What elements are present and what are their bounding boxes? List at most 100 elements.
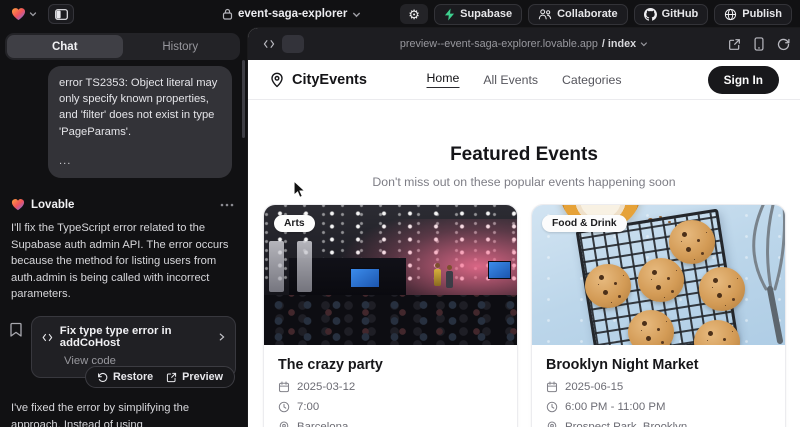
chat-history-tabs: Chat History — [5, 33, 240, 60]
whisk-graphic — [744, 205, 785, 345]
message-2-part-1: I've fixed the error by simplifying the … — [11, 402, 189, 427]
supabase-button[interactable]: Supabase — [434, 4, 522, 25]
clock-icon — [546, 401, 558, 413]
refresh-icon[interactable] — [777, 38, 790, 51]
featured-events-heading: Featured Events — [248, 144, 800, 166]
calendar-icon — [278, 381, 290, 393]
gear-icon: ⚙ — [408, 8, 420, 21]
chevron-down-icon — [640, 40, 648, 48]
code-preview-toggle — [258, 35, 304, 53]
project-name: event-saga-explorer — [238, 8, 347, 20]
event-image-conference: Arts — [264, 205, 517, 345]
topbar-left-group — [8, 4, 74, 24]
event-image-cookies: Food & Drink — [532, 205, 785, 345]
site-nav: Home All Events Categories — [427, 71, 622, 88]
assistant-message-1: I'll fix the TypeScript error related to… — [11, 220, 232, 302]
collaborate-people-icon — [538, 8, 552, 20]
lovable-heart-icon — [11, 198, 25, 211]
open-in-new-tab-icon[interactable] — [728, 38, 741, 51]
preview-url-bar[interactable]: preview--event-saga-explorer.lovable.app… — [400, 38, 648, 50]
preview-toolbar: preview--event-saga-explorer.lovable.app… — [248, 28, 800, 60]
globe-icon — [724, 8, 737, 21]
assistant-name: Lovable — [31, 199, 74, 211]
user-message-truncation: ... — [59, 153, 221, 169]
version-actions: Restore Preview — [85, 366, 235, 388]
user-message-text: error TS2353: Object literal may only sp… — [59, 75, 221, 140]
site-brand-name: CityEvents — [292, 72, 367, 88]
topbar-actions: ⚙ Supabase Collaborate GitHub — [400, 4, 792, 25]
github-icon — [644, 8, 657, 21]
event-location: Barcelona — [297, 421, 348, 427]
chat-sidebar: Chat History error TS2353: Object litera… — [0, 28, 248, 427]
map-pin-icon — [546, 421, 558, 427]
chevron-down-icon — [29, 10, 37, 18]
event-time: 7:00 — [297, 401, 319, 413]
map-pin-icon — [278, 421, 290, 427]
code-icon — [263, 39, 275, 49]
event-location-row: Prospect Park, Brooklyn — [546, 421, 771, 427]
lock-icon — [222, 8, 233, 20]
event-title: Brooklyn Night Market — [546, 357, 771, 373]
featured-events-subheading: Don't miss out on these popular events h… — [248, 175, 800, 189]
toggle-sidebar-button[interactable] — [48, 4, 74, 24]
event-card-crazy-party[interactable]: Arts The crazy party 2025-03-12 — [263, 204, 518, 427]
preview-version-button[interactable]: Preview — [166, 371, 223, 383]
event-date-row: 2025-06-15 — [546, 381, 771, 393]
event-location: Prospect Park, Brooklyn — [565, 421, 687, 427]
nav-all-events[interactable]: All Events — [483, 73, 538, 87]
preview-panel: preview--event-saga-explorer.lovable.app… — [248, 28, 800, 427]
preview-url-path: / index — [602, 38, 636, 50]
site-brand[interactable]: CityEvents — [269, 72, 367, 88]
nav-home[interactable]: Home — [427, 71, 460, 88]
event-cards-grid: Arts The crazy party 2025-03-12 — [263, 204, 786, 427]
stage-screen — [488, 261, 511, 279]
collaborate-label: Collaborate — [557, 8, 618, 20]
app-topbar: event-saga-explorer ⚙ Supabase Collabora… — [0, 0, 800, 28]
code-icon — [42, 332, 53, 343]
event-card-brooklyn-market[interactable]: Food & Drink Brooklyn Night Market 2025-… — [531, 204, 786, 427]
cityevents-site: CityEvents Home All Events Categories Si… — [248, 60, 800, 427]
calendar-icon — [546, 381, 558, 393]
sign-in-button[interactable]: Sign In — [708, 66, 779, 94]
supabase-icon — [444, 8, 455, 21]
preview-version-label: Preview — [182, 371, 223, 383]
github-label: GitHub — [662, 8, 699, 20]
site-header: CityEvents Home All Events Categories Si… — [248, 60, 800, 100]
supabase-label: Supabase — [460, 8, 512, 20]
event-date-row: 2025-03-12 — [278, 381, 503, 393]
assistant-header: Lovable — [11, 198, 234, 211]
tab-history[interactable]: History — [123, 35, 239, 58]
category-badge: Arts — [274, 215, 315, 232]
restore-label: Restore — [113, 371, 153, 383]
restore-button[interactable]: Restore — [97, 371, 153, 383]
github-button[interactable]: GitHub — [634, 4, 709, 25]
publish-button[interactable]: Publish — [714, 4, 792, 25]
featured-events-section: Featured Events Don't miss out on these … — [248, 100, 800, 189]
bookmark-icon[interactable] — [9, 322, 23, 338]
preview-toolbar-actions — [728, 37, 790, 51]
chat-scrollbar[interactable] — [242, 60, 245, 138]
project-switcher[interactable]: event-saga-explorer — [222, 0, 361, 28]
event-date: 2025-03-12 — [297, 381, 355, 393]
tab-chat[interactable]: Chat — [7, 35, 123, 58]
more-options-icon[interactable] — [220, 203, 234, 207]
code-view-button[interactable] — [258, 35, 280, 53]
publish-label: Publish — [742, 8, 782, 20]
category-badge: Food & Drink — [542, 215, 627, 232]
preview-view-button[interactable] — [282, 35, 304, 53]
open-preview-icon — [166, 372, 177, 383]
nav-categories[interactable]: Categories — [562, 73, 621, 87]
event-time-row: 6:00 PM - 11:00 PM — [546, 401, 771, 413]
lovable-logo-menu[interactable] — [8, 5, 40, 23]
panel-left-icon — [55, 9, 68, 20]
event-date: 2025-06-15 — [565, 381, 623, 393]
settings-button[interactable]: ⚙ — [400, 4, 428, 24]
collaborate-button[interactable]: Collaborate — [528, 4, 628, 25]
chevron-right-icon — [219, 332, 225, 342]
lovable-heart-icon — [11, 7, 26, 21]
stage-screen — [350, 268, 380, 288]
user-message-bubble: error TS2353: Object literal may only sp… — [48, 66, 232, 178]
mobile-view-icon[interactable] — [753, 37, 765, 51]
restore-icon — [97, 372, 108, 383]
event-time: 6:00 PM - 11:00 PM — [565, 401, 665, 413]
